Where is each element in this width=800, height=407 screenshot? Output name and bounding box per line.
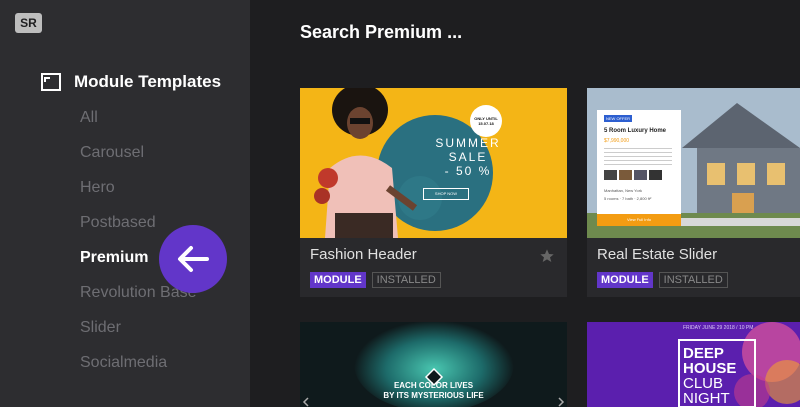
back-button[interactable]: [159, 225, 227, 293]
preview-line3: CLUB: [683, 375, 724, 392]
sidebar: SR Module Templates All Carousel Hero Po…: [0, 0, 250, 407]
preview-location: Manhattan, New York: [604, 188, 643, 193]
preview-discount: - 50 %: [444, 164, 492, 178]
card-thumbnail: FRIDAY JUNE 29 2018 / 10 PM DEEP HOUSE C…: [587, 322, 800, 407]
card-title: Real Estate Slider: [597, 246, 718, 263]
arrow-left-icon: [178, 246, 209, 272]
module-templates-section[interactable]: Module Templates: [41, 72, 221, 92]
preview-shop-button: SHOP NOW: [423, 188, 469, 200]
nav-item-all[interactable]: All: [80, 106, 197, 141]
preview-sticker-line2: 15.07.18: [478, 121, 494, 126]
template-card-deep-house[interactable]: FRIDAY JUNE 29 2018 / 10 PM DEEP HOUSE C…: [587, 322, 800, 407]
card-thumbnail: NEW OFFER 5 Room Luxury Home $7,990,000 …: [587, 88, 800, 238]
preview-sale: SALE: [448, 150, 488, 164]
preview-heading: 5 Room Luxury Home: [604, 128, 667, 134]
preview-info-button: View Full Info: [597, 214, 681, 226]
nav-item-socialmedia[interactable]: Socialmedia: [80, 351, 197, 386]
installed-badge: INSTALLED: [371, 272, 441, 288]
star-icon[interactable]: [539, 248, 555, 264]
installed-badge: INSTALLED: [658, 272, 728, 288]
preview-date: FRIDAY JUNE 29 2018 / 10 PM: [683, 325, 754, 331]
preview-info-panel: NEW OFFER 5 Room Luxury Home $7,990,000 …: [597, 110, 681, 226]
card-thumbnail: EACH COLOR LIVES BY ITS MYSTERIOUS LIFE: [300, 322, 567, 407]
nav-item-hero[interactable]: Hero: [80, 176, 197, 211]
page-title: Search Premium ...: [300, 22, 463, 42]
module-badge: MODULE: [597, 272, 653, 288]
module-badge: MODULE: [310, 272, 366, 288]
preview-summer: SUMMER: [435, 136, 501, 150]
preview-line4: NIGHT: [683, 390, 730, 407]
preview-line1: EACH COLOR LIVES: [393, 381, 474, 390]
preview-stats: 5 rooms · 7 bath · 2,800 ft²: [604, 196, 652, 201]
card-thumbnail: SUMMER SALE - 50 % SHOP NOW ONLY UNTIL 1…: [300, 88, 567, 238]
preview-line1: DEEP: [683, 345, 724, 362]
template-card-real-estate-slider[interactable]: NEW OFFER 5 Room Luxury Home $7,990,000 …: [587, 88, 800, 297]
logo: SR: [15, 13, 42, 33]
nav-item-carousel[interactable]: Carousel: [80, 141, 197, 176]
section-title: Module Templates: [74, 72, 222, 91]
template-card-fashion-header[interactable]: SUMMER SALE - 50 % SHOP NOW ONLY UNTIL 1…: [300, 88, 567, 297]
card-title: Fashion Header: [310, 246, 417, 263]
template-icon: [41, 73, 61, 91]
preview-tag: NEW OFFER: [604, 115, 632, 122]
template-card-color-lives[interactable]: EACH COLOR LIVES BY ITS MYSTERIOUS LIFE: [300, 322, 567, 407]
preview-price: $7,990,000: [604, 138, 630, 144]
preview-line2: BY ITS MYSTERIOUS LIFE: [383, 391, 484, 400]
nav-item-slider[interactable]: Slider: [80, 316, 197, 351]
preview-line2: HOUSE: [683, 360, 737, 377]
